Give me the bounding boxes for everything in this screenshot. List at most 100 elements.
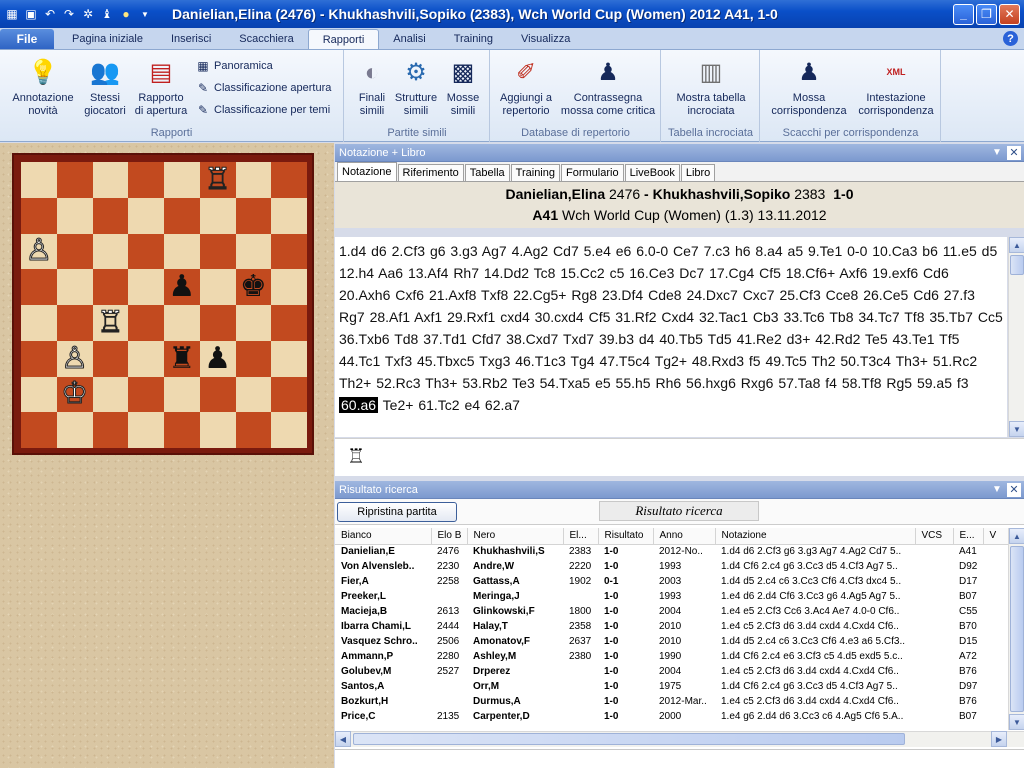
tab-tabella[interactable]: Tabella (464, 164, 510, 181)
stessi-giocatori-button[interactable]: 👥 Stessi giocatori (80, 56, 130, 118)
white-pawn-icon[interactable]: ♙ (25, 235, 53, 266)
piece-icon[interactable]: ♝ (99, 6, 115, 22)
board-square[interactable] (199, 269, 236, 305)
black-rook-icon[interactable]: ♜ (168, 343, 195, 374)
classificazione-temi-button[interactable]: ✎ Classificazione per temi (196, 103, 330, 117)
tab-analisi[interactable]: Analisi (379, 29, 439, 49)
scroll-right-icon[interactable]: ▶ (991, 731, 1007, 747)
board-square[interactable]: ♖ (199, 162, 236, 198)
board-square[interactable]: ♜ (164, 340, 200, 377)
strutture-simili-button[interactable]: ⚙ Strutture simili (391, 56, 441, 118)
scroll-down-icon[interactable]: ▼ (1009, 714, 1024, 730)
board-square[interactable] (164, 233, 200, 270)
moves-after[interactable]: Te2+ 61.Tc2 e4 62.a7 (378, 397, 520, 413)
board-square[interactable] (128, 412, 164, 448)
moves-before[interactable]: 1.d4 d6 2.Cf3 g6 3.g3 Ag7 4.Ag2 Cd7 5.e4… (339, 243, 1003, 391)
table-row[interactable]: Macieja,B 2613 Glinkowski,F 1800 1-0 2004 1.e4… (335, 604, 1008, 619)
board-square[interactable] (271, 412, 307, 448)
board-square[interactable] (235, 305, 272, 341)
close-icon[interactable]: ✕ (1007, 482, 1021, 497)
tab-formulario[interactable]: Formulario (561, 164, 624, 181)
board-square[interactable] (164, 305, 200, 341)
mostra-tabella-button[interactable]: ▥ Mostra tabella incrociata (666, 56, 756, 118)
col-anno[interactable]: Anno (653, 528, 716, 545)
board-square[interactable] (164, 412, 200, 448)
board-square[interactable] (164, 162, 200, 198)
redo-icon[interactable]: ↷ (61, 6, 77, 22)
board-square[interactable] (235, 376, 272, 413)
board-square[interactable] (199, 305, 236, 341)
panoramica-button[interactable]: ▦ Panoramica (196, 59, 272, 73)
file-tab[interactable]: File (0, 29, 54, 49)
board-square[interactable] (21, 162, 57, 198)
tab-livebook[interactable]: LiveBook (624, 164, 680, 181)
board-square[interactable] (235, 162, 272, 198)
scroll-up-icon[interactable]: ▲ (1009, 237, 1024, 253)
tab-inserisci[interactable]: Inserisci (157, 29, 225, 49)
reset-game-button[interactable]: Ripristina partita (337, 502, 457, 522)
intestazione-corrispondenza-button[interactable]: XML Intestazione corrispondenza (853, 56, 939, 118)
notation-scrollbar[interactable]: ▲ ▼ (1008, 237, 1024, 437)
classificazione-apertura-button[interactable]: ✎ Classificazione apertura (196, 81, 331, 95)
table-row[interactable]: Vasquez Schro.. 2506 Amonatov,F 2637 1-0 2010… (335, 634, 1008, 649)
board-square[interactable] (164, 376, 200, 413)
board-square[interactable] (92, 233, 129, 270)
table-row[interactable]: Von Alvensleb.. 2230 Andre,W 2220 1-0 1993 1.d… (335, 559, 1008, 574)
board-square[interactable] (128, 340, 164, 377)
board-square[interactable]: ♔ (56, 376, 93, 413)
board-square[interactable] (164, 197, 200, 234)
save-icon[interactable]: ▣ (23, 6, 39, 22)
annotazione-novita-button[interactable]: 💡 Annotazione novità (6, 56, 80, 118)
table-row[interactable]: Price,C 2135 Carpenter,D 1-0 2000 1.e4 g6 2.d… (335, 709, 1008, 724)
tab-pagina-iniziale[interactable]: Pagina iniziale (58, 29, 157, 49)
contrassegna-critica-button[interactable]: ♟ Contrassegna mossa come critica (557, 56, 659, 118)
board-square[interactable] (128, 197, 164, 234)
board-square[interactable]: ♟ (164, 269, 200, 305)
board-square[interactable] (92, 269, 129, 305)
table-row[interactable]: Danielian,E 2476 Khukhashvili,S 2383 1-0 2012… (335, 544, 1008, 559)
board-square[interactable] (271, 376, 307, 413)
mossa-corrispondenza-button[interactable]: ♟ Mossa corrispondenza (765, 56, 853, 118)
notation-text[interactable]: 1.d4 d6 2.Cf3 g6 3.g3 Ag7 4.Ag2 Cd7 5.e4… (335, 237, 1007, 437)
table-row[interactable]: Fier,A 2258 Gattass,A 1902 0-1 2003 1.d4 d5 2.… (335, 574, 1008, 589)
white-king-icon[interactable]: ♔ (61, 378, 89, 409)
scroll-thumb[interactable] (353, 733, 905, 745)
board-square[interactable]: ♚ (235, 269, 272, 305)
scroll-up-icon[interactable]: ▲ (1009, 528, 1024, 544)
tab-rapporti[interactable]: Rapporti (307, 29, 380, 49)
tab-notazione[interactable]: Notazione (337, 162, 397, 181)
scroll-left-icon[interactable]: ◀ (335, 731, 351, 747)
current-move[interactable]: 60.a6 (339, 397, 379, 413)
tab-libro[interactable]: Libro (680, 164, 716, 181)
finali-simili-button[interactable]: ◐ Finali simili (353, 56, 391, 118)
rapporto-apertura-button[interactable]: ▤ Rapporto di apertura (132, 56, 190, 118)
scroll-thumb[interactable] (1010, 546, 1024, 712)
col-notazione[interactable]: Notazione (715, 528, 916, 545)
results-scrollbar[interactable]: ▲ ▼ (1008, 528, 1024, 730)
board-square[interactable] (92, 340, 129, 377)
board-square[interactable] (92, 162, 129, 198)
board-square[interactable] (128, 376, 164, 413)
table-row[interactable]: Ibarra Chami,L 2444 Halay,T 2358 1-0 2010 1.e4… (335, 619, 1008, 634)
board-square[interactable] (199, 197, 236, 234)
table-row[interactable]: Santos,A Orr,M 1-0 1975 1.d4 Cf6 2.c4 g6 3.C… (335, 679, 1008, 694)
board-square[interactable] (56, 197, 93, 234)
board-square[interactable] (92, 376, 129, 413)
board-square[interactable] (21, 197, 57, 234)
board-square[interactable] (128, 233, 164, 270)
black-king-icon[interactable]: ♚ (240, 272, 267, 302)
white-player[interactable]: Danielian,Elina (506, 186, 606, 202)
board-square[interactable] (235, 340, 272, 377)
board-square[interactable] (235, 197, 272, 234)
board-square[interactable]: ♟ (199, 340, 236, 377)
board-square[interactable] (21, 269, 57, 305)
chessboard[interactable]: ♖ ♙ ♟ ♚ ♖ ♙ ♜ ♟ ♔ (21, 162, 307, 448)
maximize-button[interactable]: ❐ (976, 3, 997, 25)
board-square[interactable] (128, 162, 164, 198)
board-square[interactable] (271, 269, 307, 305)
board-square[interactable] (271, 162, 307, 198)
board-square[interactable] (271, 197, 307, 234)
board-square[interactable] (56, 412, 93, 448)
tab-scacchiera[interactable]: Scacchiera (225, 29, 307, 49)
board-square[interactable] (199, 412, 236, 448)
